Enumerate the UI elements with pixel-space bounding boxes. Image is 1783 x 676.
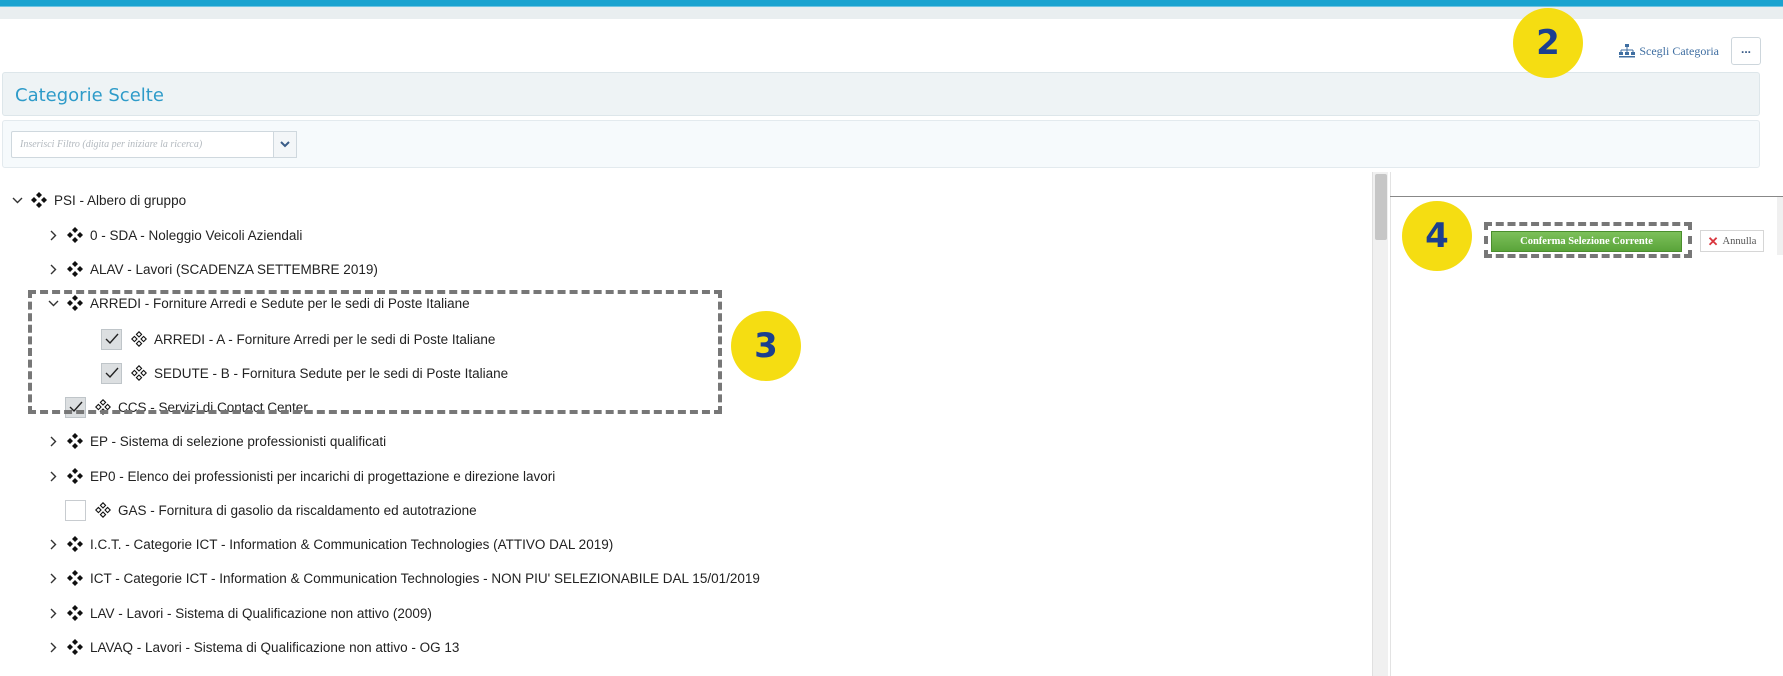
chevron-down-icon (280, 141, 290, 148)
category-group-icon (66, 604, 84, 622)
tree-item[interactable]: LAV - Lavori - Sistema di Qualificazione… (46, 601, 432, 625)
chevron-down-icon[interactable] (10, 193, 24, 207)
tree-item[interactable]: EP0 - Elenco dei professionisti per inca… (46, 464, 555, 488)
tree-scrollbar[interactable] (1372, 172, 1388, 676)
pane-edge (1777, 197, 1783, 255)
tree-item-label: LAVAQ - Lavori - Sistema di Qualificazio… (90, 639, 460, 655)
filter-dropdown-button[interactable] (273, 131, 297, 158)
tree-item-label: ALAV - Lavori (SCADENZA SETTEMBRE 2019) (90, 261, 378, 277)
tree-item-label: GAS - Fornitura di gasolio da riscaldame… (118, 502, 477, 518)
top-strip (0, 7, 1783, 19)
category-group-icon (66, 432, 84, 450)
confirm-selection-button[interactable]: Conferma Selezione Corrente (1491, 231, 1682, 252)
checkmark-icon (105, 333, 119, 345)
checkmark-icon (105, 367, 119, 379)
tree-item-label: I.C.T. - Categorie ICT - Information & C… (90, 536, 614, 552)
tree-item-label: CCS - Servizi di Contact Center (118, 399, 308, 415)
cancel-button[interactable]: ✕ Annulla (1700, 230, 1764, 252)
category-leaf-icon (94, 398, 112, 416)
tree-item-label: PSI - Albero di gruppo (54, 192, 187, 208)
cancel-label: Annulla (1722, 235, 1757, 247)
tree-item[interactable]: EP - Sistema di selezione professionisti… (46, 429, 386, 453)
chevron-right-icon[interactable] (46, 469, 60, 483)
category-group-icon (66, 226, 84, 244)
top-accent-bar (0, 0, 1783, 7)
step-badge-2: 2 (1513, 8, 1583, 78)
chevron-down-icon[interactable] (46, 296, 60, 310)
tree-item[interactable]: LAVAQ - Lavori - Sistema di Qualificazio… (46, 635, 459, 659)
step-badge-4: 4 (1402, 201, 1472, 271)
tree-item[interactable]: GAS - Fornitura di gasolio da riscaldame… (65, 498, 477, 522)
item-checkbox[interactable] (101, 328, 122, 350)
tree-item-label: EP0 - Elenco dei professionisti per inca… (90, 468, 556, 484)
page-title: Categorie Scelte (15, 85, 164, 106)
chevron-right-icon[interactable] (46, 640, 60, 654)
category-group-icon (66, 535, 84, 553)
tree-item-label: 0 - SDA - Noleggio Veicoli Aziendali (90, 227, 303, 243)
checkmark-icon (69, 401, 83, 413)
choose-category-label: Scegli Categoria (1639, 43, 1719, 58)
chevron-right-icon[interactable] (46, 262, 60, 276)
header-toolbar: Scegli Categoria ... (1619, 36, 1761, 66)
category-group-icon (30, 191, 48, 209)
item-checkbox[interactable] (101, 362, 122, 384)
category-group-icon (66, 638, 84, 656)
tree-item[interactable]: CCS - Servizi di Contact Center (65, 395, 308, 419)
tree-item[interactable]: I.C.T. - Categorie ICT - Information & C… (46, 532, 613, 556)
category-group-icon (66, 467, 84, 485)
tree-item-label: ICT - Categorie ICT - Information & Comm… (90, 570, 760, 586)
pane-divider (1390, 196, 1783, 197)
category-tree-icon (1619, 44, 1636, 58)
chevron-right-icon[interactable] (46, 537, 60, 551)
tree-item-label: EP - Sistema di selezione professionisti… (90, 433, 387, 449)
choose-category-button[interactable]: Scegli Categoria (1619, 44, 1719, 59)
tree-item-label: ARREDI - Forniture Arredi e Sedute per l… (90, 295, 470, 311)
filter-bar: Inserisci Filtro (digita per iniziare la… (2, 120, 1760, 168)
tree-item[interactable]: ALAV - Lavori (SCADENZA SETTEMBRE 2019) (46, 257, 378, 281)
more-options-button[interactable]: ... (1731, 37, 1761, 65)
category-group-icon (66, 569, 84, 587)
chevron-right-icon[interactable] (46, 228, 60, 242)
tree-item[interactable]: 0 - SDA - Noleggio Veicoli Aziendali (46, 223, 302, 247)
tree-item[interactable]: SEDUTE - B - Fornitura Sedute per le sed… (101, 361, 508, 385)
close-icon: ✕ (1707, 233, 1719, 249)
tree-item[interactable]: ARREDI - Forniture Arredi e Sedute per l… (46, 291, 470, 315)
category-group-icon (66, 294, 84, 312)
panel-header: Categorie Scelte (2, 72, 1760, 116)
category-leaf-icon (130, 330, 148, 348)
tree-item[interactable]: ICT - Categorie ICT - Information & Comm… (46, 566, 760, 590)
chevron-right-icon[interactable] (46, 606, 60, 620)
chevron-right-icon[interactable] (46, 571, 60, 585)
tree-item-label: ARREDI - A - Forniture Arredi per le sed… (154, 331, 496, 347)
tree-item[interactable]: ARREDI - A - Forniture Arredi per le sed… (101, 327, 495, 351)
category-leaf-icon (94, 501, 112, 519)
item-checkbox[interactable] (65, 499, 86, 521)
filter-input[interactable]: Inserisci Filtro (digita per iniziare la… (11, 131, 275, 158)
tree-item-label: SEDUTE - B - Fornitura Sedute per le sed… (154, 365, 509, 381)
tree-root[interactable]: PSI - Albero di gruppo (10, 188, 186, 212)
scrollbar-thumb[interactable] (1375, 174, 1387, 240)
category-leaf-icon (130, 364, 148, 382)
item-checkbox[interactable] (65, 396, 86, 418)
category-group-icon (66, 260, 84, 278)
step-badge-3: 3 (731, 311, 801, 381)
tree-item-label: LAV - Lavori - Sistema di Qualificazione… (90, 605, 432, 621)
chevron-right-icon[interactable] (46, 434, 60, 448)
